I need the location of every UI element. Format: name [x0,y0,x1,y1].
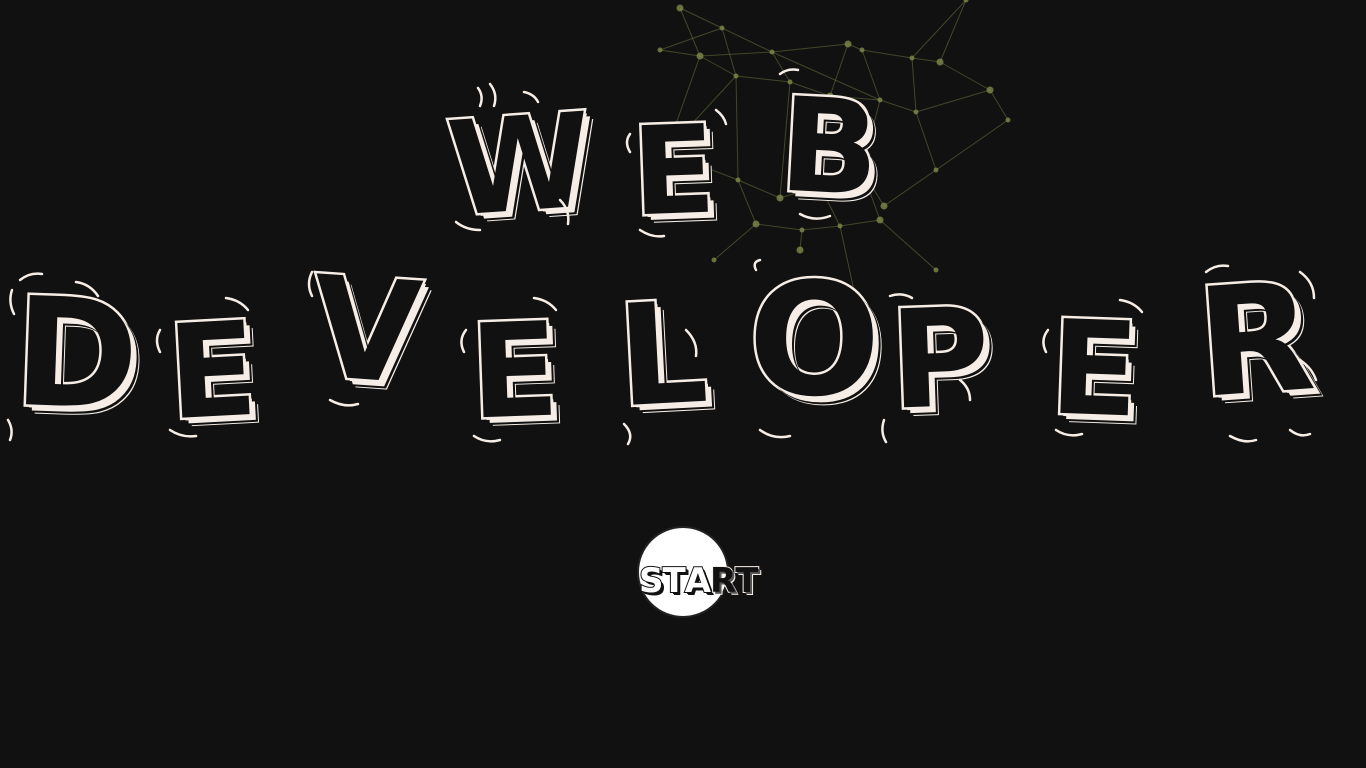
network-link [989,89,1009,121]
network-link [735,75,739,181]
network-link [771,43,849,53]
network-node [735,177,741,183]
hero-letter: L [611,269,714,441]
network-node [986,86,994,94]
network-link [679,7,701,57]
network-link [883,169,937,207]
network-link [735,75,791,83]
network-node [859,47,865,53]
start-letter: T [734,561,759,601]
start-letter: A [684,561,712,601]
network-node [676,4,684,12]
network-node [837,223,843,229]
network-link [679,7,723,29]
network-node [752,220,760,228]
network-node [1005,117,1011,123]
hero-letter: W [440,82,599,249]
network-link [939,0,967,63]
network-node [719,25,725,31]
start-letter: S [638,561,664,601]
network-link [861,49,913,59]
network-link [721,27,737,77]
network-link [911,57,941,63]
network-link [721,27,773,53]
network-link [801,225,841,231]
network-node [711,257,717,263]
network-link [755,223,803,231]
hero-letter: E [1045,289,1144,449]
network-node [769,49,775,55]
network-node [933,167,939,173]
start-button-label: START [638,561,779,601]
hero-letter: E [627,96,720,246]
landing-page: W E B D E V E L O P E R START [0,0,1366,768]
start-button[interactable]: START [637,526,759,618]
network-node [696,52,704,60]
network-node [913,109,919,115]
network-node [909,55,915,61]
network-link [911,0,967,59]
hero-letter: P [885,277,995,443]
network-link [915,111,937,171]
hero-letter: D [9,263,145,446]
network-node [880,202,888,210]
network-node [733,73,739,79]
network-node [657,47,663,53]
network-link [911,57,917,113]
network-link [699,51,773,57]
network-link [879,219,937,271]
hero-letter: E [465,291,564,451]
network-link [879,99,917,113]
network-link [659,27,723,51]
network-link [659,49,701,57]
network-link [939,61,991,91]
network-node [936,58,944,66]
hero-letter: E [162,290,264,451]
network-node [876,216,884,224]
hero-letter: V [304,244,428,419]
network-node [844,40,852,48]
network-node [799,227,805,233]
network-link [935,119,1009,171]
network-link [915,89,991,113]
start-letter: R [709,561,737,601]
network-node [933,267,939,273]
hero-letter: O [744,245,885,434]
hero-letter: R [1190,248,1322,435]
hero-letter: B [774,66,886,228]
start-letter: T [661,561,686,601]
